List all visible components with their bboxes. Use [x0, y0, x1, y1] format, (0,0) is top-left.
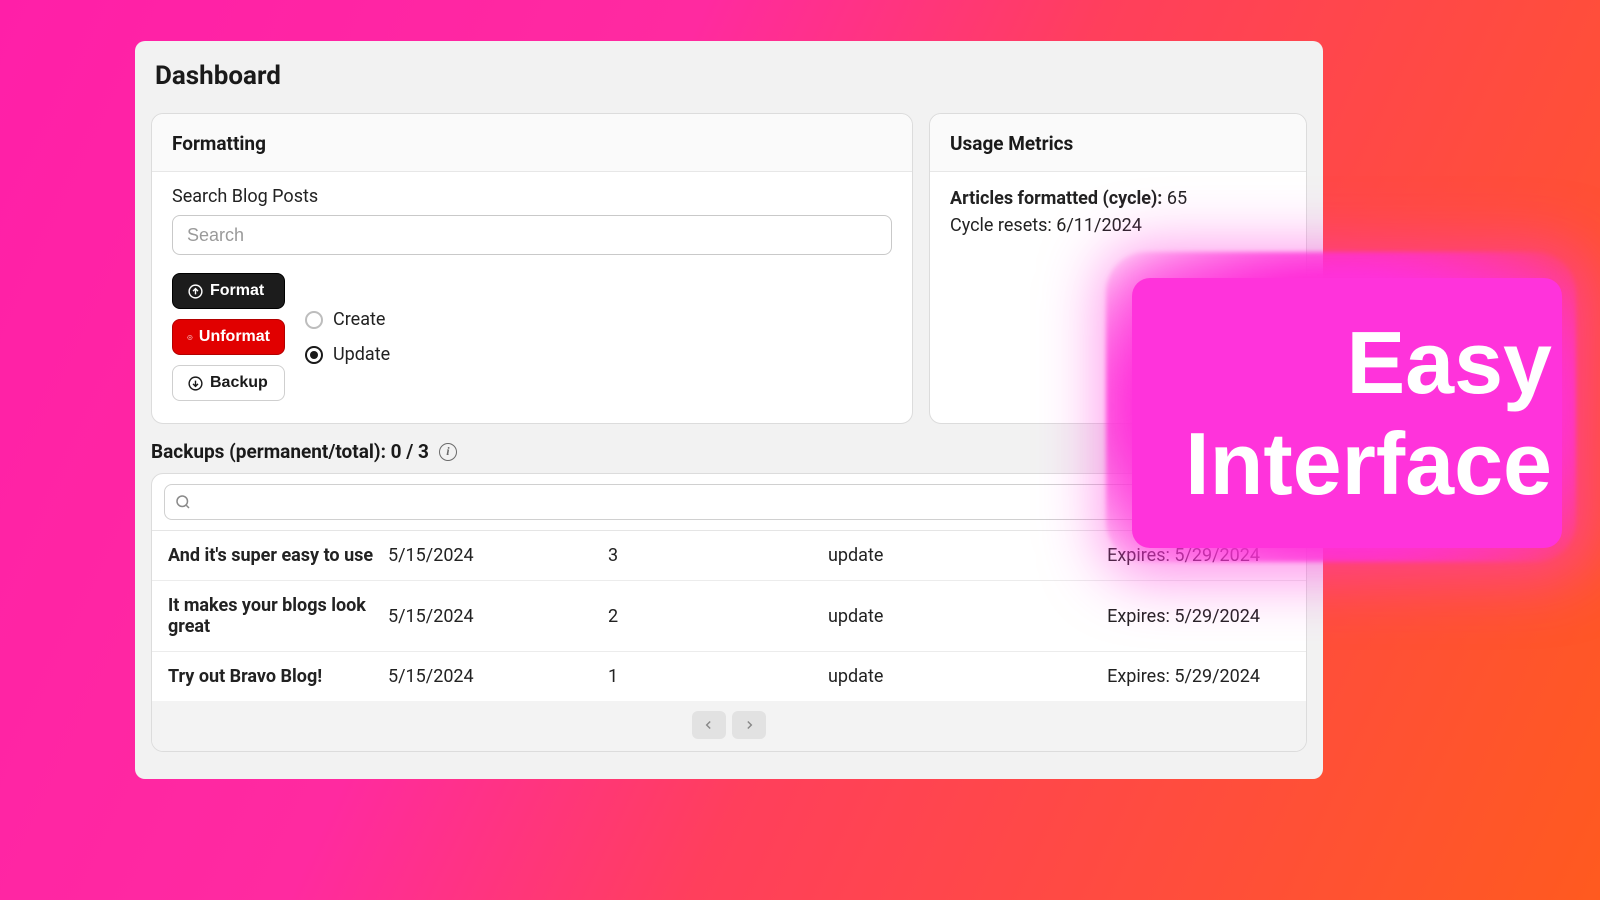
table-row[interactable]: Try out Bravo Blog! 5/15/2024 1 update E… — [152, 652, 1306, 701]
button-column: Format Unformat Backup — [172, 273, 285, 401]
chevron-right-icon — [742, 718, 756, 732]
backups-title-prefix: Backups (permanent/total): — [151, 440, 391, 463]
formatting-card: Formatting Search Blog Posts Format Unfo… — [151, 113, 913, 424]
radio-create[interactable]: Create — [305, 309, 390, 330]
search-icon — [174, 493, 192, 511]
metric-formatted-label: Articles formatted (cycle): — [950, 188, 1162, 209]
row-expires: Expires: 5/29/2024 — [1048, 666, 1290, 687]
radio-create-control[interactable] — [305, 311, 323, 329]
promo-line-2: Interface — [1185, 413, 1552, 514]
metric-reset-label: Cycle resets: — [950, 215, 1052, 236]
format-label: Format — [210, 282, 264, 300]
row-type: update — [828, 606, 1048, 627]
upload-circle-icon — [187, 283, 204, 300]
prev-page-button[interactable] — [692, 711, 726, 739]
metric-reset-value: 6/11/2024 — [1056, 215, 1142, 236]
radio-update-control[interactable] — [305, 346, 323, 364]
metrics-header: Usage Metrics — [930, 114, 1306, 172]
metric-reset: Cycle resets: 6/11/2024 — [950, 215, 1286, 236]
row-date: 5/15/2024 — [388, 666, 608, 687]
row-title: Try out Bravo Blog! — [168, 666, 388, 687]
next-page-button[interactable] — [732, 711, 766, 739]
controls-row: Format Unformat Backup — [172, 273, 892, 401]
download-circle-icon — [187, 375, 204, 392]
formatting-header: Formatting — [152, 114, 912, 172]
metrics-body: Articles formatted (cycle): 65 Cycle res… — [930, 172, 1306, 258]
backup-button[interactable]: Backup — [172, 365, 285, 401]
row-title: It makes your blogs look great — [168, 595, 388, 637]
radio-update[interactable]: Update — [305, 344, 390, 365]
unformat-label: Unformat — [199, 328, 270, 346]
row-type: update — [828, 545, 1048, 566]
page-title: Dashboard — [135, 41, 1323, 113]
unformat-button[interactable]: Unformat — [172, 319, 285, 355]
search-blog-posts-input[interactable] — [172, 215, 892, 255]
backups-title-value: 0 / 3 — [391, 440, 429, 463]
row-date: 5/15/2024 — [388, 606, 608, 627]
radio-column: Create Update — [305, 309, 390, 365]
row-expires: Expires: 5/29/2024 — [1048, 606, 1290, 627]
search-label: Search Blog Posts — [172, 186, 892, 207]
radio-update-label: Update — [333, 344, 390, 365]
row-count: 2 — [608, 606, 828, 627]
x-circle-icon — [187, 329, 193, 346]
promo-callout: Easy Interface — [1132, 278, 1562, 548]
row-type: update — [828, 666, 1048, 687]
info-icon[interactable]: i — [439, 443, 457, 461]
backup-label: Backup — [210, 374, 268, 392]
chevron-left-icon — [702, 718, 716, 732]
promo-line-1: Easy — [1346, 312, 1552, 413]
row-count: 3 — [608, 545, 828, 566]
row-count: 1 — [608, 666, 828, 687]
format-button[interactable]: Format — [172, 273, 285, 309]
radio-create-label: Create — [333, 309, 385, 330]
row-date: 5/15/2024 — [388, 545, 608, 566]
formatting-body: Search Blog Posts Format Unformat — [152, 172, 912, 423]
metric-formatted-value: 65 — [1167, 188, 1187, 209]
table-row[interactable]: It makes your blogs look great 5/15/2024… — [152, 581, 1306, 652]
row-title: And it's super easy to use — [168, 545, 388, 566]
metric-formatted: Articles formatted (cycle): 65 — [950, 188, 1286, 209]
table-footer — [152, 701, 1306, 751]
